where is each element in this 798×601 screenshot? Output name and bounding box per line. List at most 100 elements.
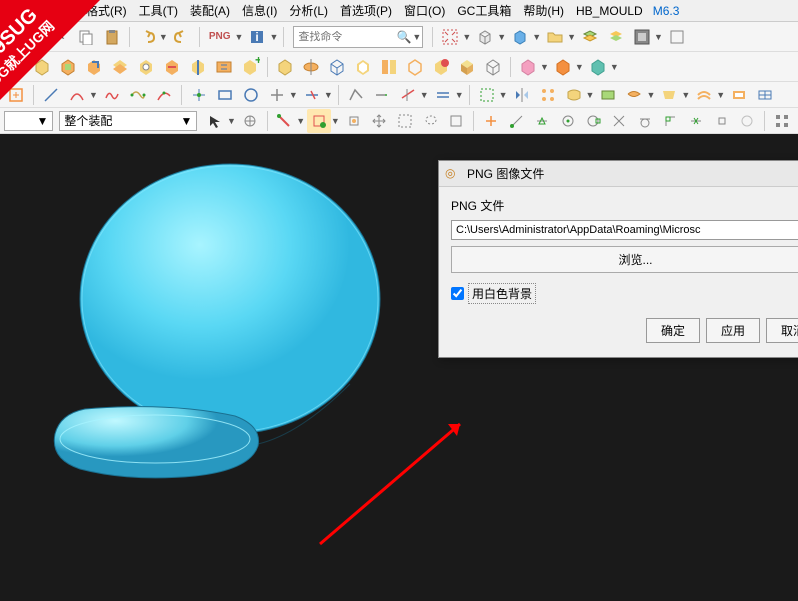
dropdown-arrow-icon[interactable]: ▼: [540, 62, 549, 72]
file-path-input[interactable]: [451, 220, 798, 240]
menu-assembly[interactable]: 装配(A): [184, 0, 236, 21]
asm-constraint-icon[interactable]: [342, 109, 366, 133]
feature-e-icon[interactable]: [429, 55, 453, 79]
cancel-button[interactable]: 取消: [766, 318, 798, 343]
snap-near-icon[interactable]: [684, 109, 708, 133]
snap-node-icon[interactable]: [710, 109, 734, 133]
search-icon[interactable]: 🔍: [394, 30, 414, 44]
surf6-icon[interactable]: [727, 83, 751, 107]
dropdown-arrow-icon[interactable]: ▼: [586, 90, 595, 100]
menu-prefs[interactable]: 首选项(P): [334, 0, 398, 21]
undo-icon[interactable]: [135, 25, 159, 49]
white-bg-label[interactable]: 用白色背景: [468, 283, 536, 304]
dropdown-arrow-icon[interactable]: ▼: [159, 32, 168, 42]
asm-lasso-icon[interactable]: [419, 109, 443, 133]
dropdown-arrow-icon[interactable]: ▼: [567, 32, 576, 42]
dropdown-arrow-icon[interactable]: ▼: [324, 90, 333, 100]
feature8-icon[interactable]: [212, 55, 236, 79]
revolve-icon[interactable]: [299, 55, 323, 79]
box-yellow-icon[interactable]: [273, 55, 297, 79]
info-icon[interactable]: i: [245, 25, 269, 49]
snap-end-icon[interactable]: [505, 109, 529, 133]
pattern-icon[interactable]: [536, 83, 560, 107]
feature-icon[interactable]: [4, 55, 28, 79]
box-pink-icon[interactable]: [516, 55, 540, 79]
snap-pt-icon[interactable]: [479, 109, 503, 133]
line-icon[interactable]: [39, 83, 63, 107]
surf5-icon[interactable]: [692, 83, 716, 107]
dropdown-arrow-icon[interactable]: ▼: [89, 90, 98, 100]
dropdown-arrow-icon[interactable]: ▼: [532, 32, 541, 42]
box-teal-icon[interactable]: [586, 55, 610, 79]
png-export-icon[interactable]: PNG: [205, 25, 235, 49]
asm-tool-icon[interactable]: [238, 109, 262, 133]
point-icon[interactable]: [187, 83, 211, 107]
rect-icon[interactable]: [213, 83, 237, 107]
feature5-icon[interactable]: [134, 55, 158, 79]
plus-icon[interactable]: [265, 83, 289, 107]
folder-icon[interactable]: [543, 25, 567, 49]
surf2-icon[interactable]: [596, 83, 620, 107]
menu-help[interactable]: 帮助(H): [517, 0, 570, 21]
feature6-icon[interactable]: [160, 55, 184, 79]
menu-gctoolbox[interactable]: GC工具箱: [451, 0, 517, 21]
dropdown-arrow-icon[interactable]: ▼: [235, 32, 244, 42]
fit-view-icon[interactable]: [438, 25, 462, 49]
snap-tan-icon[interactable]: [633, 109, 657, 133]
dropdown-arrow-icon[interactable]: ▼: [412, 32, 421, 42]
menu-hbmould[interactable]: HB_MOULD: [570, 2, 649, 20]
command-search[interactable]: 🔍 ▼: [293, 26, 423, 48]
snap-perp-icon[interactable]: [659, 109, 683, 133]
menu-window[interactable]: 窗口(O): [398, 0, 451, 21]
dropdown-arrow-icon[interactable]: ▼: [499, 90, 508, 100]
feature7-icon[interactable]: [186, 55, 210, 79]
dropdown-arrow-icon[interactable]: ▼: [296, 116, 305, 126]
extrude-icon[interactable]: [30, 55, 54, 79]
asm-misc-icon[interactable]: [444, 109, 468, 133]
spline3-icon[interactable]: [152, 83, 176, 107]
search-input[interactable]: [294, 31, 394, 43]
paste-icon[interactable]: [100, 25, 124, 49]
browse-button[interactable]: 浏览...: [451, 246, 798, 273]
trim-icon[interactable]: [300, 83, 324, 107]
copy-icon[interactable]: [74, 25, 98, 49]
layer2-icon[interactable]: [604, 25, 628, 49]
feature4-icon[interactable]: [108, 55, 132, 79]
layer-icon[interactable]: [578, 25, 602, 49]
shell-icon[interactable]: [351, 55, 375, 79]
dropdown-arrow-icon[interactable]: ▼: [269, 32, 278, 42]
dropdown-arrow-icon[interactable]: ▼: [610, 62, 619, 72]
menu-analysis[interactable]: 分析(L): [283, 0, 334, 21]
dropdown-arrow-icon[interactable]: ▼: [227, 116, 236, 126]
save-icon[interactable]: [4, 25, 28, 49]
box-blue-icon[interactable]: [508, 25, 532, 49]
dropdown-arrow-icon[interactable]: ▼: [28, 32, 37, 42]
circle-icon[interactable]: [239, 83, 263, 107]
apply-button[interactable]: 应用: [706, 318, 760, 343]
spline-icon[interactable]: [100, 83, 124, 107]
feature3-icon[interactable]: [82, 55, 106, 79]
dropdown-arrow-icon[interactable]: ▼: [646, 90, 655, 100]
dropdown-arrow-icon[interactable]: ▼: [455, 90, 464, 100]
asm-move-icon[interactable]: [367, 109, 391, 133]
surf7-icon[interactable]: [753, 83, 777, 107]
asm-pick-icon[interactable]: [273, 109, 297, 133]
trim2-icon[interactable]: [396, 83, 420, 107]
ok-button[interactable]: 确定: [646, 318, 700, 343]
snap-mid-icon[interactable]: [530, 109, 554, 133]
box-icon[interactable]: [473, 25, 497, 49]
dialog-titlebar[interactable]: ◎ PNG 图像文件 ✕: [439, 161, 798, 187]
dropdown-arrow-icon[interactable]: ▼: [420, 90, 429, 100]
wireframe-icon[interactable]: [325, 55, 349, 79]
clip-icon[interactable]: [630, 25, 654, 49]
box-shaded-icon[interactable]: [455, 55, 479, 79]
spline2-icon[interactable]: [126, 83, 150, 107]
arc-icon[interactable]: [65, 83, 89, 107]
filter-dropdown[interactable]: ▼: [4, 111, 53, 131]
dropdown-arrow-icon[interactable]: ▼: [681, 90, 690, 100]
split-icon[interactable]: [377, 55, 401, 79]
box-wire-icon[interactable]: [403, 55, 427, 79]
white-bg-checkbox[interactable]: [451, 287, 464, 300]
dropdown-arrow-icon[interactable]: ▼: [462, 32, 471, 42]
snap-ctr-icon[interactable]: [556, 109, 580, 133]
